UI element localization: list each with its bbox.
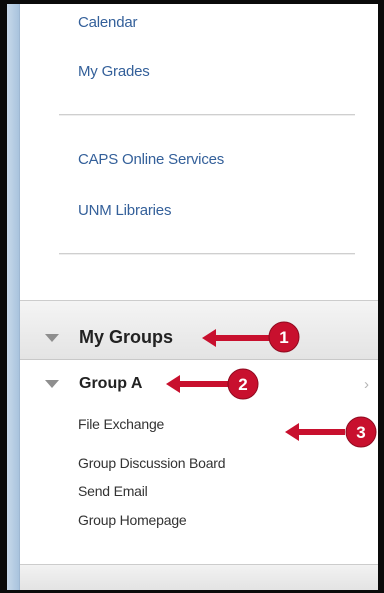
link-unm-libraries[interactable]: UNM Libraries: [78, 202, 171, 219]
callout-number-2: 2: [238, 375, 247, 394]
callout-arrow-3: 3: [285, 416, 377, 448]
bottom-bar: [20, 564, 378, 590]
link-group-homepage[interactable]: Group Homepage: [78, 512, 187, 528]
chevron-right-icon[interactable]: ›: [364, 376, 369, 393]
link-calendar[interactable]: Calendar: [78, 14, 137, 31]
screenshot-frame: Calendar My Grades CAPS Online Services …: [0, 0, 384, 593]
collapse-triangle-icon[interactable]: [45, 334, 59, 342]
menu-divider: [59, 253, 355, 254]
callout-number-3: 3: [356, 423, 365, 442]
callout-arrow-1: 1: [202, 321, 300, 353]
my-groups-header[interactable]: [20, 300, 378, 360]
course-menu-panel: Calendar My Grades CAPS Online Services …: [7, 4, 378, 590]
callout-arrow-2: 2: [166, 368, 259, 400]
link-caps-online-services[interactable]: CAPS Online Services: [78, 151, 224, 168]
link-file-exchange[interactable]: File Exchange: [78, 416, 164, 432]
link-group-discussion-board[interactable]: Group Discussion Board: [78, 455, 226, 471]
group-a-title[interactable]: Group A: [79, 375, 142, 393]
callout-number-1: 1: [279, 328, 288, 347]
menu-divider: [59, 114, 355, 115]
link-my-grades[interactable]: My Grades: [78, 63, 150, 80]
collapse-triangle-icon[interactable]: [45, 380, 59, 388]
link-send-email[interactable]: Send Email: [78, 483, 148, 499]
panel-accent-strip: [7, 4, 20, 590]
my-groups-title[interactable]: My Groups: [79, 327, 173, 348]
